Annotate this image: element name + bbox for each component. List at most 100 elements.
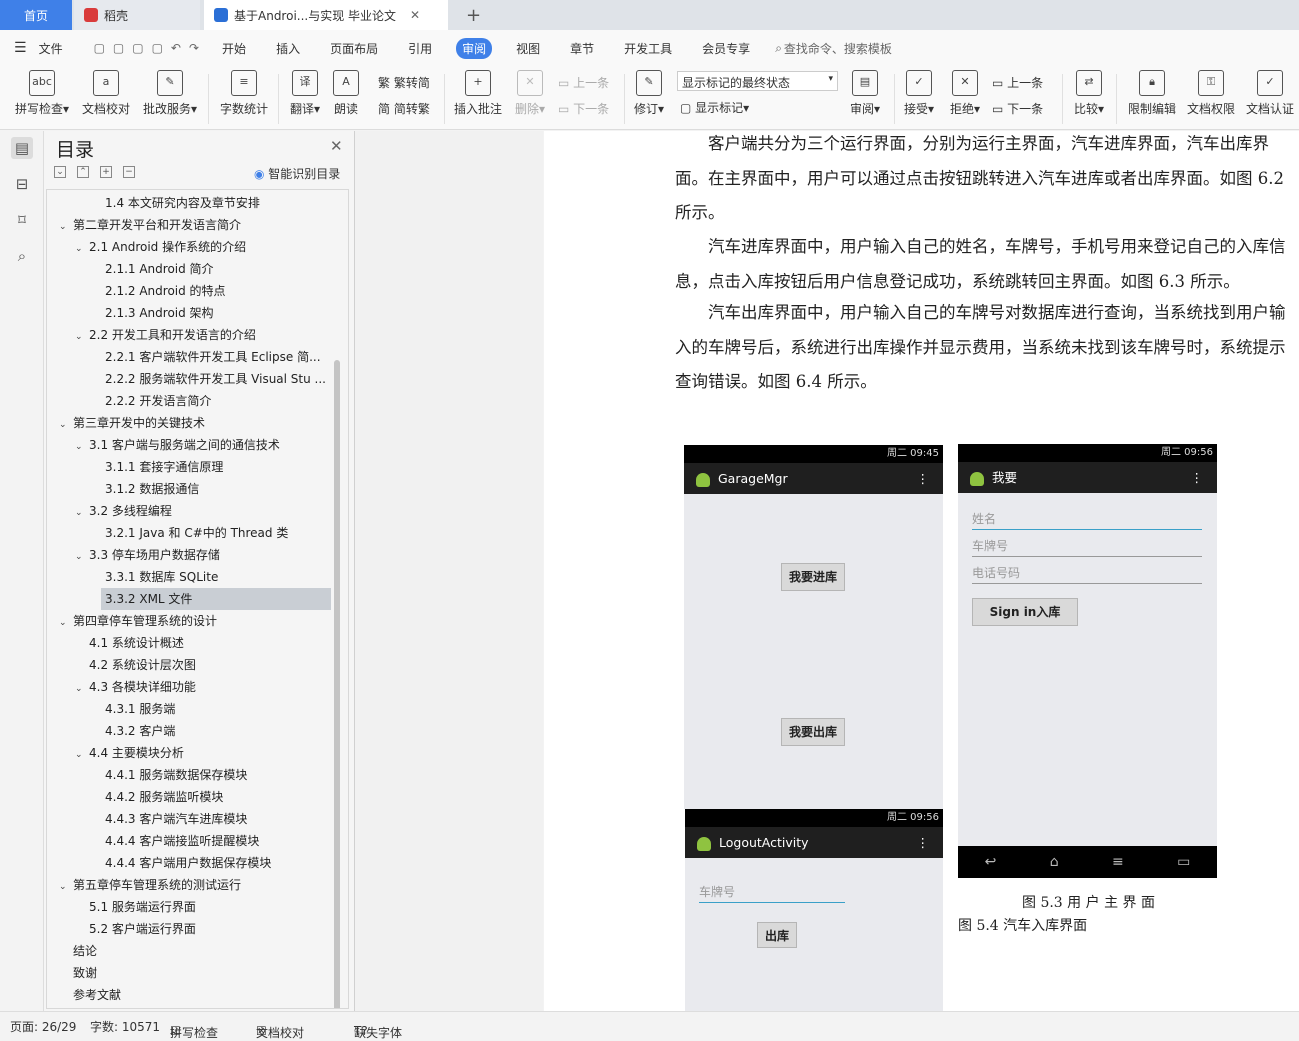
toc-item[interactable]: 4.4.4 客户端接监听提醒模块 [47, 830, 331, 852]
delete-comment-button[interactable]: ✕ 删除▾ [510, 70, 550, 117]
simp-to-trad-button[interactable]: 简 简转繁 [378, 100, 430, 117]
bookmark-icon[interactable]: ⌑ [11, 209, 33, 231]
toc-item[interactable]: 3.3.2 XML 文件 [101, 588, 331, 610]
toc-item[interactable]: 3.3.1 数据库 SQLite [47, 566, 331, 588]
menu-layout[interactable]: 页面布局 [324, 38, 384, 59]
toc-item[interactable]: 2.2.2 服务端软件开发工具 Visual Stu ... [47, 368, 331, 390]
word-count-button[interactable]: ≡ 字数统计 [218, 70, 270, 117]
toc-item[interactable]: ⌄ 第五章停车管理系统的测试运行 [47, 874, 331, 896]
chevron-down-icon[interactable]: ⌄ [59, 414, 73, 434]
spell-check-button[interactable]: abc 拼写检查▾ [12, 70, 72, 117]
command-search[interactable]: 查找命令、搜索模板 [784, 40, 892, 57]
prev-change-button[interactable]: ▭ 上一条 [992, 74, 1043, 91]
expand-up-icon[interactable]: ⌃ [77, 166, 89, 178]
page-indicator[interactable]: 页面: 26/29 [10, 1018, 76, 1035]
toc-item[interactable]: 结论 [47, 940, 331, 962]
toc-item[interactable]: 3.2.1 Java 和 C#中的 Thread 类 [47, 522, 331, 544]
chevron-down-icon[interactable]: ⌄ [75, 238, 89, 258]
toc-item[interactable]: 3.1.2 数据报通信 [47, 478, 331, 500]
collapse-all-icon[interactable]: ⌄ [54, 166, 66, 178]
toc-item[interactable]: 2.2.2 开发语言简介 [47, 390, 331, 412]
chevron-down-icon[interactable]: ⌄ [59, 612, 73, 632]
menu-start[interactable]: 开始 [216, 38, 252, 59]
read-aloud-button[interactable]: A 朗读 [330, 70, 362, 117]
chevron-down-icon[interactable]: ⌄ [75, 678, 89, 698]
close-icon[interactable]: ✕ [330, 137, 343, 155]
tab-docer[interactable]: 稻壳 [74, 0, 200, 30]
chevron-down-icon[interactable]: ⌄ [75, 502, 89, 522]
toc-item[interactable]: ⌄ 4.4 主要模块分析 [47, 742, 331, 764]
next-comment-button[interactable]: ▭ 下一条 [558, 100, 609, 117]
menu-devtools[interactable]: 开发工具 [618, 38, 678, 59]
chevron-down-icon[interactable]: ⌄ [75, 546, 89, 566]
batch-service-button[interactable]: ✎ 批改服务▾ [140, 70, 200, 117]
toc-item[interactable]: ⌄ 第三章开发中的关键技术 [47, 412, 331, 434]
doc-cert-button[interactable]: ✓ 文档认证 [1243, 70, 1297, 117]
chevron-down-icon[interactable]: ⌄ [59, 216, 73, 236]
toc-item[interactable]: 4.4.4 客户端用户数据保存模块 [47, 852, 331, 874]
quick-access-icons[interactable]: ▢▢▢▢↶↷ [94, 41, 207, 55]
menu-member[interactable]: 会员专享 [696, 38, 756, 59]
toc-scrollbar[interactable] [334, 360, 340, 1008]
chevron-down-icon[interactable]: ⌄ [75, 436, 89, 456]
new-tab-icon[interactable]: + [456, 0, 491, 30]
chapter-nav-icon[interactable]: ⊟ [11, 173, 33, 195]
word-count[interactable]: 字数: 10571 [90, 1018, 160, 1035]
toc-item[interactable]: 2.1.1 Android 简介 [47, 258, 331, 280]
toc-item[interactable]: 2.2.1 客户端软件开发工具 Eclipse 简... [47, 346, 331, 368]
menu-insert[interactable]: 插入 [270, 38, 306, 59]
toc-item[interactable]: 3.1.1 套接字通信原理 [47, 456, 331, 478]
prev-comment-button[interactable]: ▭ 上一条 [558, 74, 609, 91]
show-markup-button[interactable]: ▢ 显示标记▾ [680, 99, 749, 116]
chevron-down-icon[interactable]: ⌄ [59, 876, 73, 896]
accept-button[interactable]: ✓ 接受▾ [900, 70, 938, 117]
insert-comment-button[interactable]: + 插入批注 [452, 70, 504, 117]
toc-item[interactable]: 5.2 客户端运行界面 [47, 918, 331, 940]
toc-item[interactable]: 4.3.2 客户端 [47, 720, 331, 742]
toc-item[interactable]: 2.1.3 Android 架构 [47, 302, 331, 324]
toc-item[interactable]: 4.1 系统设计概述 [47, 632, 331, 654]
toc-item[interactable]: ⌄ 3.1 客户端与服务端之间的通信技术 [47, 434, 331, 456]
track-changes-button[interactable]: ✎ 修订▾ [630, 70, 668, 117]
toc-item[interactable]: ⌄ 2.1 Android 操作系统的介绍 [47, 236, 331, 258]
add-level-icon[interactable]: + [100, 166, 112, 178]
next-change-button[interactable]: ▭ 下一条 [992, 100, 1043, 117]
toc-item[interactable]: ⌄ 第二章开发平台和开发语言简介 [47, 214, 331, 236]
smart-toc-button[interactable]: ◉ 智能识别目录 [254, 165, 340, 182]
toc-item[interactable]: 致谢 [47, 962, 331, 984]
chevron-down-icon[interactable]: ⌄ [75, 744, 89, 764]
toc-item[interactable]: ⌄ 4.3 各模块详细功能 [47, 676, 331, 698]
trad-to-simp-button[interactable]: 繁 繁转简 [378, 74, 430, 91]
toc-panel-icon[interactable]: ▤ [11, 137, 33, 159]
toc-item[interactable]: 4.2 系统设计层次图 [47, 654, 331, 676]
reject-button[interactable]: ✕ 拒绝▾ [946, 70, 984, 117]
doc-permission-button[interactable]: ⚿ 文档权限 [1185, 70, 1237, 117]
toc-item[interactable]: 2.1.2 Android 的特点 [47, 280, 331, 302]
toc-item[interactable]: 4.4.1 服务端数据保存模块 [47, 764, 331, 786]
toc-item[interactable]: 参考文献 [47, 984, 331, 1006]
document-page[interactable]: 客户端共分为三个运行界面，分别为运行主界面，汽车进库界面，汽车出库界面。在主界面… [544, 131, 1299, 1011]
chevron-down-icon[interactable]: ⌄ [75, 326, 89, 346]
remove-level-icon[interactable]: − [123, 166, 135, 178]
close-icon[interactable]: ✕ [410, 8, 420, 22]
compare-button[interactable]: ⇄ 比较▾ [1070, 70, 1108, 117]
search-icon[interactable]: ⌕ [11, 245, 33, 267]
hamburger-icon[interactable]: ☰ [14, 40, 27, 56]
toc-item[interactable]: 1.4 本文研究内容及章节安排 [47, 192, 331, 214]
menu-file[interactable]: 文件 [33, 38, 69, 59]
toc-item[interactable]: ⌄ 2.2 开发工具和开发语言的介绍 [47, 324, 331, 346]
search-icon[interactable]: ⌕ [775, 41, 782, 56]
proofread-button[interactable]: a 文档校对 [80, 70, 132, 117]
translate-button[interactable]: 译翻译▾ [286, 70, 324, 117]
toc-item[interactable]: 4.3.1 服务端 [47, 698, 331, 720]
toc-item[interactable]: ⌄ 3.3 停车场用户数据存储 [47, 544, 331, 566]
menu-chapter[interactable]: 章节 [564, 38, 600, 59]
toc-item[interactable]: 4.4.2 服务端监听模块 [47, 786, 331, 808]
toc-item[interactable]: 5.1 服务端运行界面 [47, 896, 331, 918]
menu-view[interactable]: 视图 [510, 38, 546, 59]
menu-reference[interactable]: 引用 [402, 38, 438, 59]
toc-item[interactable]: ⌄ 3.2 多线程编程 [47, 500, 331, 522]
toc-item[interactable]: ⌄ 第四章停车管理系统的设计 [47, 610, 331, 632]
toc-item[interactable]: 4.4.3 客户端汽车进库模块 [47, 808, 331, 830]
review-pane-button[interactable]: ▤ 审阅▾ [846, 70, 884, 117]
